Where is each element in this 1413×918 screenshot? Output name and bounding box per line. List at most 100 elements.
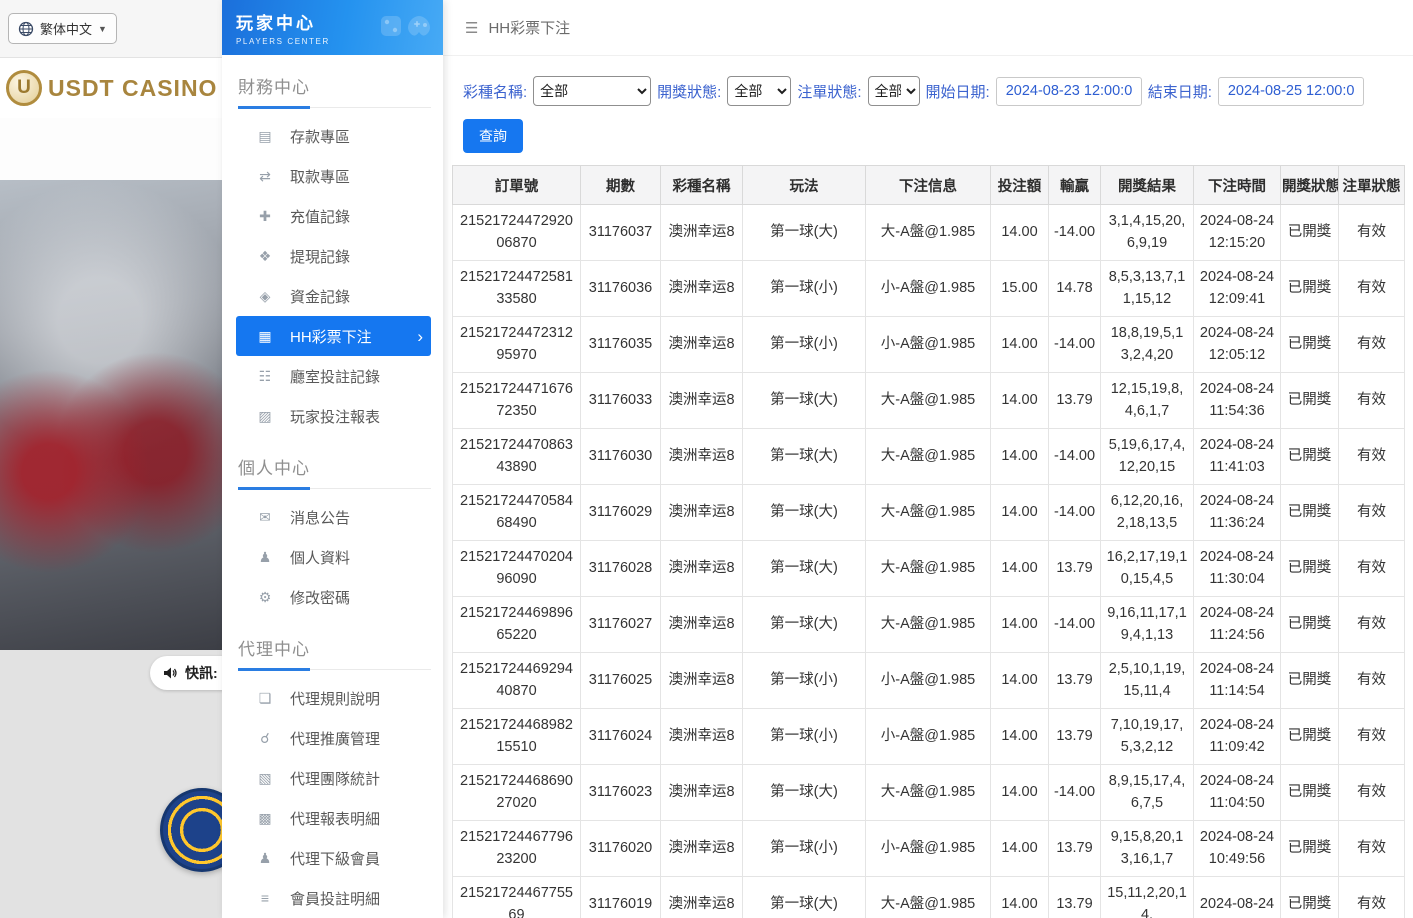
sidebar-item-agent-rules[interactable]: ❏代理規則說明: [236, 678, 431, 718]
order-status-select[interactable]: 全部: [868, 76, 920, 106]
site-logo[interactable]: U USDT CASINO: [0, 58, 222, 118]
cell-lottery: 澳洲幸运8: [661, 653, 743, 709]
menu-toggle-icon[interactable]: ☰: [465, 19, 478, 37]
cell-lottery: 澳洲幸运8: [661, 597, 743, 653]
cell-time: 2024-08-24 12:05:12: [1194, 317, 1281, 373]
cell-draw_status: 已開獎: [1281, 653, 1339, 709]
cell-time: 2024-08-24 11:04:50: [1194, 765, 1281, 821]
sidebar-item-change-password[interactable]: ⚙修改密碼: [236, 577, 431, 617]
cell-win_loss: 14.78: [1049, 261, 1101, 317]
cell-bet_info: 大-A盤@1.985: [866, 373, 991, 429]
cell-period: 31176020: [581, 821, 661, 877]
start-date-input[interactable]: [996, 77, 1142, 106]
cell-time: 2024-08-24 11:36:24: [1194, 485, 1281, 541]
sidebar-item-agent-sub-members[interactable]: ♟代理下級會員: [236, 838, 431, 878]
cell-result: 18,8,19,5,13,2,4,20: [1101, 317, 1194, 373]
cell-draw_status: 已開獎: [1281, 429, 1339, 485]
cell-period: 31176028: [581, 541, 661, 597]
cell-order: 2152172446869027020: [453, 765, 581, 821]
cell-bet_info: 小-A盤@1.985: [866, 261, 991, 317]
cell-period: 31176029: [581, 485, 661, 541]
cell-play: 第一球(大): [743, 765, 866, 821]
sidebar-item-label: 消息公告: [290, 507, 350, 528]
cell-win_loss: -14.00: [1049, 429, 1101, 485]
sidebar-item-deposit-zone[interactable]: ▤存款專區: [236, 116, 431, 156]
bet-row: 215217244677556931176019澳洲幸运8第一球(大)大-A盤@…: [453, 877, 1405, 918]
sidebar-item-agent-team-stats[interactable]: ▧代理團隊統計: [236, 758, 431, 798]
end-date-label: 結束日期:: [1148, 81, 1212, 102]
cell-draw_status: 已開獎: [1281, 541, 1339, 597]
recharge-records-icon: ✚: [256, 208, 274, 225]
cell-draw_status: 已開獎: [1281, 485, 1339, 541]
agent-sub-members-icon: ♟: [256, 850, 274, 867]
sidebar-item-profile[interactable]: ♟個人資料: [236, 537, 431, 577]
cell-bet_info: 小-A盤@1.985: [866, 709, 991, 765]
cell-bet_info: 小-A盤@1.985: [866, 821, 991, 877]
language-selector[interactable]: 繁体中文 ▼: [8, 13, 117, 44]
cell-win_loss: 13.79: [1049, 821, 1101, 877]
draw-status-select[interactable]: 全部: [727, 76, 791, 106]
cell-bet_info: 大-A盤@1.985: [866, 205, 991, 261]
sidebar-item-hh-lottery-bets[interactable]: ▦HH彩票下注›: [236, 316, 431, 356]
sidebar-item-room-bet-records[interactable]: ☷廳室投註記錄: [236, 356, 431, 396]
cell-order_status: 有效: [1339, 485, 1405, 541]
cell-result: 9,16,11,17,19,4,1,13: [1101, 597, 1194, 653]
cell-play: 第一球(小): [743, 261, 866, 317]
sidebar-item-withdraw-zone[interactable]: ⇄ 取款專區: [236, 156, 431, 196]
withdraw-zone-icon: ⇄: [256, 168, 274, 185]
sidebar-item-funds-records[interactable]: ◈資金記錄: [236, 276, 431, 316]
cell-order: 2152172447086343890: [453, 429, 581, 485]
cell-amount: 14.00: [991, 373, 1049, 429]
cell-result: 12,15,19,8,4,6,1,7: [1101, 373, 1194, 429]
cell-amount: 15.00: [991, 261, 1049, 317]
cell-time: 2024-08-24 11:24:56: [1194, 597, 1281, 653]
bet-table: 訂單號期數彩種名稱玩法下注信息投注額輸贏開獎結果下注時間開獎狀態注單狀態 215…: [452, 165, 1405, 918]
cell-win_loss: -14.00: [1049, 205, 1101, 261]
bet-row: 215217244729200687031176037澳洲幸运8第一球(大)大-…: [453, 205, 1405, 261]
sidebar-item-label: 廳室投註記錄: [290, 366, 380, 387]
end-date-input[interactable]: [1218, 77, 1364, 106]
cell-bet_info: 大-A盤@1.985: [866, 877, 991, 918]
sidebar-item-label: 取款專區: [290, 166, 350, 187]
cell-win_loss: 13.79: [1049, 541, 1101, 597]
chevron-right-icon: ›: [417, 328, 423, 345]
column-header: 開獎狀態: [1281, 166, 1339, 205]
cell-order_status: 有效: [1339, 205, 1405, 261]
cell-amount: 14.00: [991, 317, 1049, 373]
cell-period: 31176025: [581, 653, 661, 709]
cell-period: 31176037: [581, 205, 661, 261]
cell-amount: 14.00: [991, 765, 1049, 821]
sidebar-item-player-bet-report[interactable]: ▨玩家投注報表: [236, 396, 431, 436]
cell-order_status: 有效: [1339, 653, 1405, 709]
sidebar-item-cashout-records[interactable]: ❖提現記錄: [236, 236, 431, 276]
cell-win_loss: -14.00: [1049, 317, 1101, 373]
sidebar-item-label: 代理推廣管理: [290, 728, 380, 749]
content-topbar: ☰ HH彩票下注: [443, 0, 1413, 56]
query-button[interactable]: 查詢: [463, 119, 523, 153]
sidebar-item-announcements[interactable]: ✉消息公告: [236, 497, 431, 537]
cell-time: 2024-08-24 12:15:20: [1194, 205, 1281, 261]
cell-amount: 14.00: [991, 485, 1049, 541]
cell-result: 3,1,4,15,20,6,9,19: [1101, 205, 1194, 261]
agent-report-detail-icon: ▩: [256, 810, 274, 827]
cell-result: 8,9,15,17,4,6,7,5: [1101, 765, 1194, 821]
cell-win_loss: 13.79: [1049, 653, 1101, 709]
sidebar-item-recharge-records[interactable]: ✚充值記錄: [236, 196, 431, 236]
ticker-label: 快訊:: [185, 663, 218, 683]
cell-bet_info: 小-A盤@1.985: [866, 653, 991, 709]
sidebar-item-label: 存款專區: [290, 126, 350, 147]
column-header: 開獎結果: [1101, 166, 1194, 205]
cell-order: 2152172447292006870: [453, 205, 581, 261]
cell-result: 9,15,8,20,13,16,1,7: [1101, 821, 1194, 877]
lottery-name-select[interactable]: 全部: [533, 76, 651, 106]
cell-result: 7,10,19,17,5,3,2,12: [1101, 709, 1194, 765]
sidebar-item-agent-report-detail[interactable]: ▩代理報表明細: [236, 798, 431, 838]
cell-play: 第一球(大): [743, 877, 866, 918]
cell-win_loss: 13.79: [1049, 877, 1101, 918]
sidebar-item-member-bet-detail[interactable]: ≡會員投註明細: [236, 878, 431, 918]
bet-row: 215217244723129597031176035澳洲幸运8第一球(小)小-…: [453, 317, 1405, 373]
column-header: 注單狀態: [1339, 166, 1405, 205]
sidebar-item-agent-promotion[interactable]: ☌代理推廣管理: [236, 718, 431, 758]
cell-order_status: 有效: [1339, 709, 1405, 765]
hh-lottery-bets-icon: ▦: [256, 328, 274, 345]
